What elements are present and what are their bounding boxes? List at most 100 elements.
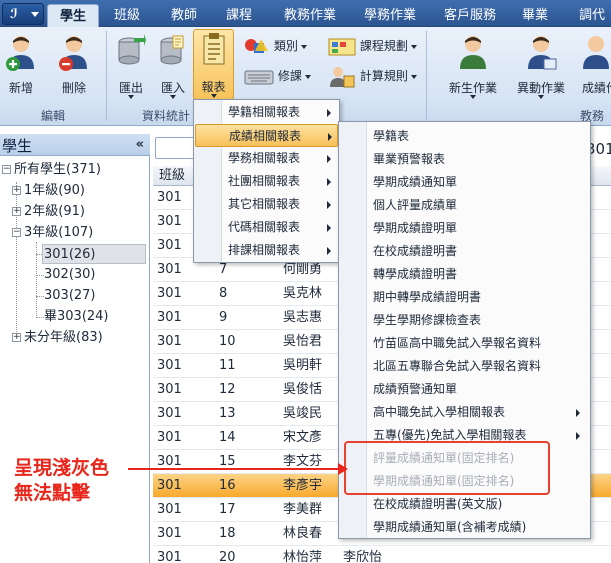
app-logo-icon: ℐ xyxy=(10,7,18,22)
tab-graduation[interactable]: 畢業 xyxy=(515,4,555,27)
menu-item-report[interactable]: 竹苗區高中職免試入學報名資料 xyxy=(340,332,589,355)
menu-item-report[interactable]: 在校成績證明書(英文版) xyxy=(340,493,589,516)
cell-student-name: 李文芬 xyxy=(283,454,323,469)
import-button[interactable]: 匯入 xyxy=(155,31,191,101)
transfer-button[interactable]: 異動作業 xyxy=(511,31,571,101)
menu-item-report[interactable]: 學生學期修課檢查表 xyxy=(340,309,589,332)
menu-item-report[interactable]: 轉學成績證明書 xyxy=(340,263,589,286)
menu-item-report[interactable]: 學籍表 xyxy=(340,125,589,148)
menu-item-label: 學期成績通知單 xyxy=(373,175,458,189)
table-row[interactable]: 301 20 林怡萍 李欣怡 xyxy=(153,546,611,563)
collapse-node-icon[interactable]: − xyxy=(2,165,11,174)
column-header-class[interactable]: 班級 xyxy=(159,166,185,186)
collapse-node-icon[interactable]: − xyxy=(12,228,21,237)
tab-course[interactable]: 課程 xyxy=(215,4,263,27)
database-import-icon xyxy=(160,35,184,65)
tree-item-class-302[interactable]: 302(30) xyxy=(44,265,96,285)
modify-course-button[interactable]: 修課 xyxy=(244,65,322,87)
tree-item-class-303[interactable]: 303(27) xyxy=(44,286,96,306)
application-menu-button[interactable]: ℐ xyxy=(2,3,44,25)
tab-student-affairs[interactable]: 學務作業 xyxy=(355,4,425,27)
tree-item-label: 301(26) xyxy=(44,247,96,262)
grades-button[interactable]: 成績作 xyxy=(578,31,611,101)
score-rules-button[interactable]: 計算規則 xyxy=(328,65,418,87)
menu-item-report[interactable]: 成績預警通知單 xyxy=(340,378,589,401)
expand-node-icon[interactable]: + xyxy=(12,186,21,195)
tab-teacher[interactable]: 教師 xyxy=(160,4,208,27)
cell-seat-number: 16 xyxy=(219,478,236,493)
tree-item-label: 3年級(107) xyxy=(24,225,94,240)
cell-class: 301 xyxy=(157,430,182,445)
menu-item-report[interactable]: 在校成績證明書 xyxy=(340,240,589,263)
report-button[interactable]: 報表 xyxy=(193,29,234,100)
menu-item-report-category[interactable]: 代碼相關報表 xyxy=(195,216,338,239)
tab-class[interactable]: 班級 xyxy=(103,4,151,27)
cell-class: 301 xyxy=(157,526,182,541)
menu-item-report[interactable]: 學期成績證明單 xyxy=(340,217,589,240)
expand-node-icon[interactable]: + xyxy=(12,333,21,342)
tree-item-grade-2[interactable]: +2年級(91) xyxy=(12,202,85,222)
tree-item-grade-1[interactable]: +1年級(90) xyxy=(12,181,85,201)
tree-item-class-301[interactable]: 301(26) xyxy=(42,244,146,264)
menu-item-report[interactable]: 學期成績通知單 xyxy=(340,171,589,194)
cell-seat-number: 13 xyxy=(219,406,236,421)
tree-item-label: 畢303(24) xyxy=(44,309,109,324)
menu-item-report[interactable]: 個人評量成績單 xyxy=(340,194,589,217)
tree-item-unassigned[interactable]: + 未分年級(83) xyxy=(12,328,103,348)
annotation-note: 呈現淺灰色 無法點擊 xyxy=(14,456,109,506)
tree-item-label: 302(30) xyxy=(44,267,96,282)
menu-item-label: 學期成績證明單 xyxy=(373,221,458,235)
annotation-line-1: 呈現淺灰色 xyxy=(14,457,110,479)
export-button[interactable]: 匯出 xyxy=(113,31,149,101)
tab-student[interactable]: 學生 xyxy=(47,4,99,27)
tree-item-label: 所有學生(371) xyxy=(14,162,101,177)
menu-item-label: 轉學成績證明書 xyxy=(373,267,458,281)
menu-item-report-category[interactable]: 學務相關報表 xyxy=(195,147,338,170)
cell-seat-number: 14 xyxy=(219,430,236,445)
chevron-down-icon xyxy=(300,44,307,49)
chevron-down-icon xyxy=(128,95,134,99)
menu-item-report-category[interactable]: 成績相關報表 xyxy=(195,124,338,147)
tab-customer-service[interactable]: 客戶服務 xyxy=(435,4,505,27)
cell-class: 301 xyxy=(157,454,182,469)
tab-academic-affairs[interactable]: 教務作業 xyxy=(275,4,345,27)
cell-class: 301 xyxy=(157,550,182,563)
menu-item-report[interactable]: 學期成績通知單(含補考成績) xyxy=(340,516,589,539)
add-student-button[interactable]: 新增 xyxy=(4,31,38,101)
cell-class: 301 xyxy=(157,214,182,229)
menu-item-report-category[interactable]: 其它相關報表 xyxy=(195,193,338,216)
chevron-down-icon xyxy=(410,74,417,79)
menu-item-report-category[interactable]: 學籍相關報表 xyxy=(195,101,338,124)
new-student-button[interactable]: 新生作業 xyxy=(443,31,503,101)
menu-item-report[interactable]: 期中轉學成績證明書 xyxy=(340,286,589,309)
submenu-arrow-icon xyxy=(327,155,331,163)
add-user-icon xyxy=(6,36,34,71)
expand-node-icon[interactable]: + xyxy=(12,207,21,216)
delete-student-button[interactable]: 刪除 xyxy=(57,31,91,101)
cell-student-name: 吳志惠 xyxy=(283,310,323,325)
menu-item-report[interactable]: 北區五專聯合免試入學報名資料 xyxy=(340,355,589,378)
tree-item-graduated-303[interactable]: 畢303(24) xyxy=(44,307,109,327)
tree-item-all-students[interactable]: − 所有學生(371) xyxy=(2,160,101,180)
menu-item-report[interactable]: 高中職免試入學相關報表 xyxy=(340,401,589,424)
tree-item-grade-3[interactable]: −3年級(107) xyxy=(12,223,93,243)
submenu-arrow-icon xyxy=(327,247,331,255)
menu-item-report-category[interactable]: 社團相關報表 xyxy=(195,170,338,193)
menu-item-label: 代碼相關報表 xyxy=(228,220,301,234)
collapse-panel-icon[interactable]: « xyxy=(136,137,144,152)
modify-course-label: 修課 xyxy=(277,69,302,83)
tab-substitute[interactable]: 調代 xyxy=(572,4,611,27)
transfer-label: 異動作業 xyxy=(516,81,565,95)
cell-class: 301 xyxy=(157,406,182,421)
database-export-icon xyxy=(118,34,146,65)
cell-seat-number: 11 xyxy=(219,358,236,373)
menu-item-report[interactable]: 畢業預警報表 xyxy=(340,148,589,171)
menu-item-label: 成績相關報表 xyxy=(229,129,302,143)
export-label: 匯出 xyxy=(118,81,143,95)
cell-class: 301 xyxy=(157,286,182,301)
menu-item-report-category[interactable]: 排課相關報表 xyxy=(195,239,338,262)
course-plan-button[interactable]: 課程規劃 xyxy=(328,35,418,57)
cell-class: 301 xyxy=(157,502,182,517)
submenu-arrow-icon xyxy=(327,178,331,186)
category-button[interactable]: 類別 xyxy=(244,35,322,57)
